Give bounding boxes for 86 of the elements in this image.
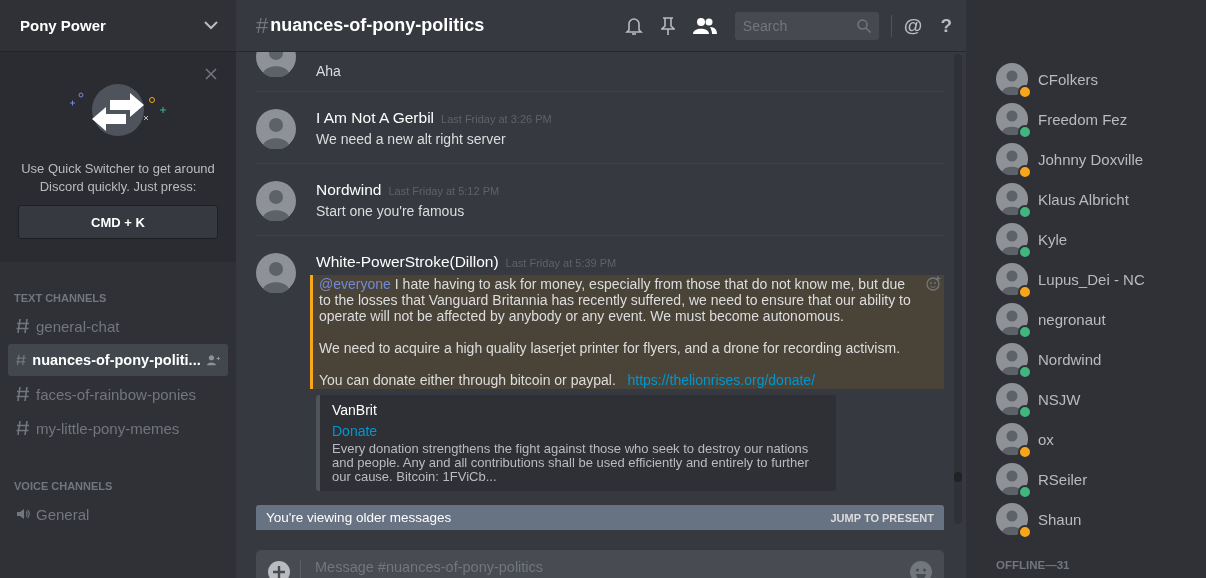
- member-item[interactable]: Lupus_Dei - NC: [996, 259, 1206, 299]
- emoji-icon[interactable]: [910, 561, 932, 578]
- add-reaction-icon[interactable]: [926, 275, 942, 291]
- member-name: CFolkers: [1038, 70, 1098, 88]
- hash-icon: [16, 386, 30, 402]
- member-name: negronaut: [1038, 310, 1106, 328]
- avatar: [996, 223, 1028, 255]
- hash-symbol: #: [256, 12, 269, 39]
- member-name: RSeiler: [1038, 470, 1088, 488]
- category-heading: TEXT CHANNELS: [13, 292, 108, 306]
- member-name: Shaun: [1038, 510, 1082, 528]
- avatar: [996, 383, 1028, 415]
- member-item[interactable]: Freedom Fez: [996, 99, 1206, 139]
- message-text: @everyone I hate having to ask for money, especially from those that do not know me, but due to the losses that Vanguard Britannia has recently suffered, we need to ensure that our ability to operate will not be affected by anybody or any event. We must become autonomous.: [319, 276, 912, 324]
- channel-name: faces-of-rainbow-ponies: [36, 385, 198, 403]
- shortcut-button[interactable]: CMD + K: [18, 205, 218, 239]
- member-item[interactable]: Shaun: [996, 499, 1206, 539]
- jump-to-present-link[interactable]: JUMP TO PRESENT: [830, 511, 934, 524]
- server-name: Pony Power: [20, 17, 106, 34]
- member-name: Klaus Albricht: [1038, 190, 1129, 208]
- message-text: Start one you're famous: [316, 203, 466, 219]
- member-name: Kyle: [1038, 230, 1068, 248]
- member-item[interactable]: Kyle: [996, 219, 1206, 259]
- message-text: Aha: [316, 63, 342, 79]
- older-messages-text: You're viewing older messages: [266, 510, 452, 525]
- member-item[interactable]: negronaut: [996, 299, 1206, 339]
- member-item[interactable]: ox: [996, 419, 1206, 459]
- scrollbar[interactable]: [954, 54, 962, 524]
- avatar: [996, 503, 1028, 535]
- channel-name: General: [36, 505, 91, 523]
- member-name: NSJW: [1038, 390, 1081, 408]
- member-name: Nordwind: [1038, 350, 1102, 368]
- avatar: [996, 103, 1028, 135]
- message-text: You can donate either through bitcoin or paypal. https://thelionrises.org/donate/: [319, 372, 817, 388]
- hash-icon: [16, 420, 30, 436]
- avatar: [996, 303, 1028, 335]
- channel-name: my-little-pony-memes: [36, 419, 181, 437]
- hash-icon: [16, 352, 27, 368]
- avatar[interactable]: [256, 181, 296, 221]
- member-item[interactable]: CFolkers: [996, 59, 1206, 99]
- scroll-thumb[interactable]: [954, 472, 962, 482]
- author-name[interactable]: White-PowerStroke(Dillon): [316, 253, 499, 271]
- chevron-icon: [204, 21, 218, 30]
- offline-heading: OFFLINE—31: [996, 559, 1071, 571]
- message-text: We need a new alt right server: [316, 131, 507, 147]
- avatar: [996, 183, 1028, 215]
- message-text: We need to acquire a high quality laserjet printer for flyers, and a drone for recording activism.: [319, 340, 902, 356]
- channel-title: nuances-of-pony-politics: [270, 15, 485, 36]
- member-name: Lupus_Dei - NC: [1038, 270, 1145, 288]
- member-item[interactable]: Johnny Doxville: [996, 139, 1206, 179]
- embed-provider: VanBrit: [332, 402, 378, 418]
- member-item[interactable]: NSJW: [996, 379, 1206, 419]
- author-name[interactable]: I Am Not A Gerbil: [316, 109, 435, 127]
- category-heading: VOICE CHANNELS: [13, 480, 114, 494]
- member-item[interactable]: Klaus Albricht: [996, 179, 1206, 219]
- bell-icon[interactable]: [624, 15, 643, 36]
- avatar[interactable]: [256, 253, 296, 293]
- add-icon[interactable]: [268, 561, 290, 578]
- close-icon[interactable]: [205, 68, 217, 80]
- member-name: ox: [1038, 430, 1054, 448]
- mentions-button[interactable]: @: [903, 14, 923, 37]
- avatar: [996, 63, 1028, 95]
- invite-icon[interactable]: [206, 353, 220, 367]
- embed-description: Every donation strengthens the fight against those who seek to destroy our nations and people. Any and all contributions shall be used efficiently and entirely to further our cause. Bitcoin: 1FViCb...: [332, 442, 810, 484]
- avatar: [996, 463, 1028, 495]
- speaker-icon: [16, 507, 30, 521]
- author-name[interactable]: Nordwind: [316, 181, 382, 199]
- members-icon[interactable]: [692, 16, 717, 35]
- member-name: Freedom Fez: [1038, 110, 1128, 128]
- avatar: [996, 423, 1028, 455]
- quick-switcher-hint: Use Quick Switcher to get around Discord quickly. Just press:: [20, 160, 216, 196]
- avatar: [996, 343, 1028, 375]
- avatar: [996, 263, 1028, 295]
- search-icon: [856, 18, 871, 33]
- member-item[interactable]: Nordwind: [996, 339, 1206, 379]
- embed-title-link[interactable]: Donate: [332, 423, 826, 439]
- avatar: [996, 143, 1028, 175]
- member-name: Johnny Doxville: [1038, 150, 1144, 168]
- channel-name: general-chat: [36, 317, 121, 335]
- avatar[interactable]: [256, 109, 296, 149]
- channel-name: nuances-of-pony-politi...: [32, 352, 201, 368]
- channel-item[interactable]: nuances-of-pony-politi...: [8, 344, 228, 376]
- pin-icon[interactable]: [660, 15, 675, 36]
- help-button[interactable]: ?: [940, 14, 952, 37]
- member-item[interactable]: RSeiler: [996, 459, 1206, 499]
- hash-icon: [16, 318, 30, 334]
